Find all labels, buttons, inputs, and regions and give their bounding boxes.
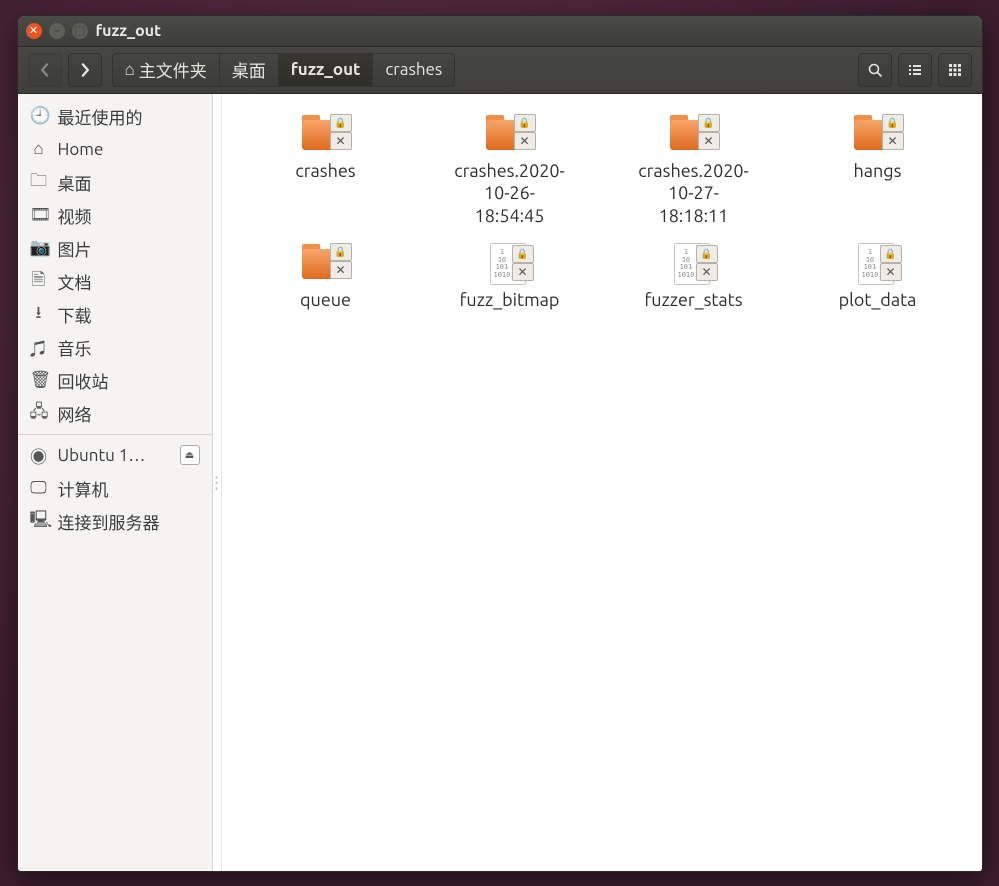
file-item[interactable]: 🔒✕crashes.2020- 10-26- 18:54:45 xyxy=(418,108,602,232)
sidebar-item-place[interactable]: 🎞 视频 xyxy=(18,199,212,232)
sidebar-item-label: 图片 xyxy=(58,236,92,261)
sidebar-item-place[interactable]: ♫ 音乐 xyxy=(18,331,212,364)
sidebar-item-label: 下载 xyxy=(58,302,92,327)
sidebar-item-icon: ⌂ xyxy=(30,139,48,159)
sidebar-item-icon: 📷 xyxy=(30,238,48,258)
file-item[interactable]: 🔒✕ crashes xyxy=(234,108,418,232)
grid-view-button[interactable] xyxy=(938,53,972,87)
file-item[interactable]: 🔒✕crashes.2020- 10-27- 18:18:11 xyxy=(602,108,786,232)
crumb-label: 主文件夹 xyxy=(139,57,207,82)
search-button[interactable] xyxy=(858,53,892,87)
sidebar-item-icon: 🖵 xyxy=(30,478,48,498)
forward-button[interactable] xyxy=(68,53,102,87)
sidebar-item-place[interactable]: 🗑 回收站 xyxy=(18,364,212,397)
sidebar-item-device[interactable]: 🖳 连接到服务器 xyxy=(18,505,212,538)
file-label: queue xyxy=(300,289,351,312)
sidebar-item-icon: 🗀 xyxy=(30,168,48,197)
search-icon xyxy=(867,62,883,78)
breadcrumb: ⌂ 主文件夹 桌面 fuzz_out crashes xyxy=(112,54,456,86)
sidebar-item-label: 回收站 xyxy=(58,368,109,393)
sidebar-item-place[interactable]: 🗎 文档 xyxy=(18,265,212,298)
home-icon: ⌂ xyxy=(125,60,135,80)
file-label: fuzzer_stats xyxy=(644,289,742,312)
minimize-button[interactable]: – xyxy=(49,23,65,39)
file-item[interactable]: 1 10 101 1010🔒✕ fuzzer_stats xyxy=(602,237,786,316)
sidebar-item-icon: 🗎 xyxy=(30,267,48,296)
eject-button[interactable]: ⏏ xyxy=(180,445,200,465)
sidebar-item-label: Ubuntu 1… xyxy=(58,446,146,465)
sidebar-item-place[interactable]: 🗀 桌面 xyxy=(18,166,212,199)
sidebar-item-label: 连接到服务器 xyxy=(58,509,160,534)
sidebar-item-place[interactable]: 🖧 网络 xyxy=(18,397,212,430)
crumb-fuzz-out[interactable]: fuzz_out xyxy=(279,53,374,87)
sidebar-item-icon: 🗑 xyxy=(30,370,48,390)
titlebar[interactable]: ✕ – □ fuzz_out xyxy=(18,16,982,47)
sidebar-item-label: 网络 xyxy=(58,401,92,426)
window-buttons: ✕ – □ xyxy=(26,23,88,39)
binary-file-locked-icon: 1 10 101 1010🔒✕ xyxy=(852,241,904,285)
sidebar-item-label: 桌面 xyxy=(58,170,92,195)
file-label: crashes.2020- 10-27- 18:18:11 xyxy=(638,160,749,228)
list-icon xyxy=(907,62,923,78)
back-button[interactable] xyxy=(28,53,62,87)
maximize-button[interactable]: □ xyxy=(72,23,88,39)
folder-locked-icon: 🔒✕ xyxy=(484,112,536,156)
file-label: crashes xyxy=(295,160,355,183)
crumb-label: fuzz_out xyxy=(291,60,361,79)
crumb-home[interactable]: ⌂ 主文件夹 xyxy=(112,53,220,87)
crumb-label: crashes xyxy=(385,60,442,79)
sidebar-item-icon: 🖳 xyxy=(30,507,48,536)
folder-locked-icon: 🔒✕ xyxy=(300,112,352,156)
sidebar: 🕘 最近使用的 ⌂ Home 🗀 桌面 🎞 视频 📷 图片 🗎 文档 ⭳ 下载 ♫ 音乐 🗑 回收站 🖧 网络 ◉ Ub… xyxy=(18,94,213,871)
sidebar-item-label: 音乐 xyxy=(58,335,92,360)
sidebar-item-place[interactable]: 🕘 最近使用的 xyxy=(18,100,212,133)
sidebar-item-label: 计算机 xyxy=(58,476,109,501)
binary-file-locked-icon: 1 10 101 1010🔒✕ xyxy=(484,241,536,285)
file-label: fuzz_bitmap xyxy=(460,289,560,312)
sidebar-item-label: 文档 xyxy=(58,269,92,294)
folder-locked-icon: 🔒✕ xyxy=(852,112,904,156)
sidebar-item-icon: ♫ xyxy=(30,335,48,360)
list-view-button[interactable] xyxy=(898,53,932,87)
crumb-crashes[interactable]: crashes xyxy=(373,53,455,87)
file-label: hangs xyxy=(854,160,902,183)
toolbar: ⌂ 主文件夹 桌面 fuzz_out crashes xyxy=(18,47,982,94)
sidebar-item-icon: 🖧 xyxy=(30,399,48,428)
file-grid[interactable]: 🔒✕crashes🔒✕crashes.2020- 10-26- 18:54:45… xyxy=(222,94,982,871)
file-item[interactable]: 1 10 101 1010🔒✕ plot_data xyxy=(786,237,970,316)
sidebar-item-icon: ◉ xyxy=(30,443,48,468)
sidebar-resize-handle[interactable]: ⋮ xyxy=(213,94,222,871)
crumb-label: 桌面 xyxy=(232,57,266,82)
file-label: crashes.2020- 10-26- 18:54:45 xyxy=(454,160,565,228)
sidebar-item-device[interactable]: 🖵 计算机 xyxy=(18,472,212,505)
sidebar-item-label: 视频 xyxy=(58,203,92,228)
sidebar-item-icon: 🕘 xyxy=(30,106,48,126)
file-label: plot_data xyxy=(839,289,917,312)
file-item[interactable]: 🔒✕ queue xyxy=(234,237,418,316)
sidebar-item-label: Home xyxy=(58,140,104,159)
file-item[interactable]: 1 10 101 1010🔒✕ fuzz_bitmap xyxy=(418,237,602,316)
folder-locked-icon: 🔒✕ xyxy=(300,241,352,285)
chevron-left-icon xyxy=(38,63,52,77)
sidebar-item-place[interactable]: 📷 图片 xyxy=(18,232,212,265)
sidebar-item-icon: 🎞 xyxy=(30,205,48,225)
sidebar-separator xyxy=(18,434,212,435)
file-item[interactable]: 🔒✕ hangs xyxy=(786,108,970,232)
sidebar-item-device[interactable]: ◉ Ubuntu 1… ⏏ xyxy=(18,439,212,472)
close-button[interactable]: ✕ xyxy=(26,23,42,39)
binary-file-locked-icon: 1 10 101 1010🔒✕ xyxy=(668,241,720,285)
sidebar-item-place[interactable]: ⭳ 下载 xyxy=(18,298,212,331)
window-title: fuzz_out xyxy=(96,22,162,40)
chevron-right-icon xyxy=(78,63,92,77)
grid-icon xyxy=(947,62,963,78)
sidebar-item-icon: ⭳ xyxy=(30,300,48,329)
file-manager-window: ✕ – □ fuzz_out ⌂ 主文件夹 桌面 fuzz_out crashe… xyxy=(17,15,983,872)
sidebar-item-label: 最近使用的 xyxy=(58,104,143,129)
folder-locked-icon: 🔒✕ xyxy=(668,112,720,156)
crumb-desktop[interactable]: 桌面 xyxy=(220,53,279,87)
window-body: 🕘 最近使用的 ⌂ Home 🗀 桌面 🎞 视频 📷 图片 🗎 文档 ⭳ 下载 ♫ 音乐 🗑 回收站 🖧 网络 ◉ Ub… xyxy=(18,94,982,871)
sidebar-item-place[interactable]: ⌂ Home xyxy=(18,133,212,166)
